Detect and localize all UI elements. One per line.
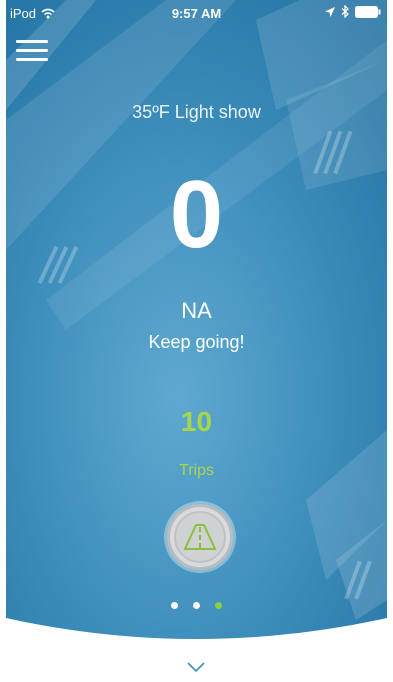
weather-label: 35ºF Light show [132, 102, 261, 122]
location-arrow-icon [325, 6, 335, 17]
start-trip-button[interactable] [167, 504, 233, 570]
status-bar: iPod 9:57 AM [6, 0, 387, 26]
road-button-inner [174, 511, 226, 563]
road-icon [183, 524, 217, 550]
encouragement-message: Keep going! [148, 332, 245, 352]
page-indicator [6, 602, 387, 609]
score-grade: NA [181, 298, 212, 323]
page-dot-active[interactable] [215, 602, 222, 609]
status-right [325, 5, 381, 18]
battery-icon [355, 5, 381, 18]
hamburger-menu-icon[interactable] [16, 40, 48, 62]
driving-score: 0 [169, 161, 224, 268]
menu-bar-line [16, 58, 48, 61]
dashboard-screen: iPod 9:57 AM 35ºF Light show 0 NA Keep g… [6, 0, 387, 640]
page-dot[interactable] [171, 602, 178, 609]
trips-count: 10 [180, 406, 213, 437]
trips-label: Trips [179, 462, 214, 479]
bluetooth-icon [341, 5, 349, 18]
page-dot[interactable] [193, 602, 200, 609]
menu-bar-line [16, 40, 48, 43]
menu-bar-line [16, 49, 48, 52]
chevron-down-icon[interactable] [186, 661, 206, 673]
